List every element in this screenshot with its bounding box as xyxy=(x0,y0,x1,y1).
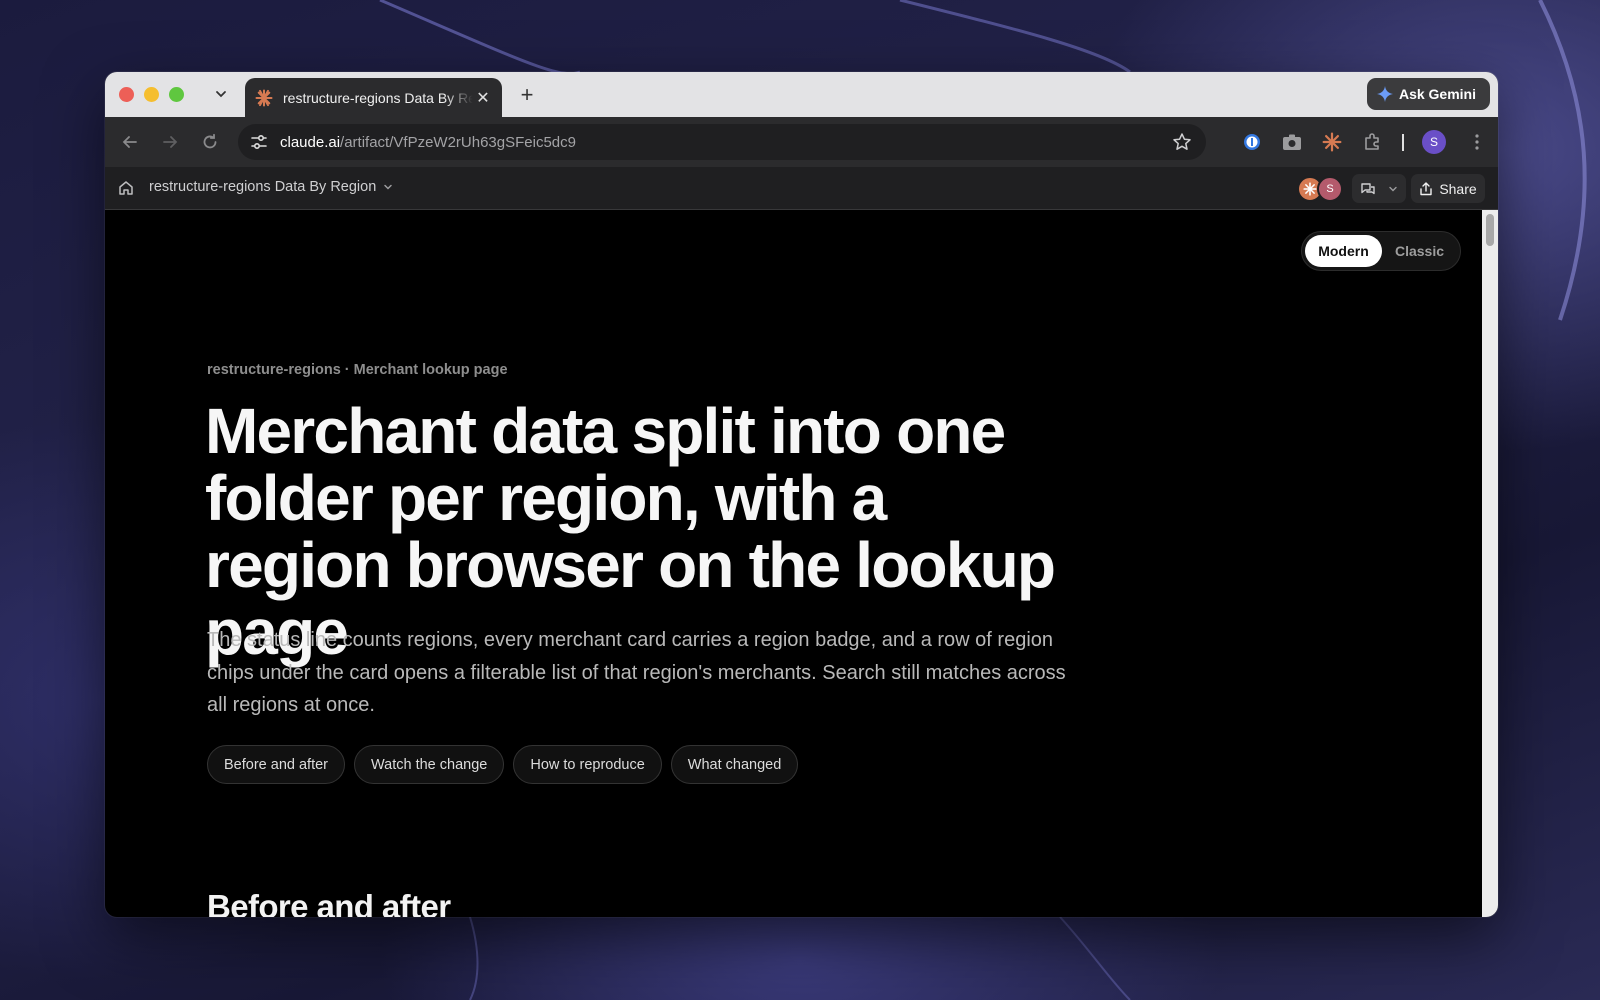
arrow-right-icon xyxy=(163,136,178,148)
minimize-window-button[interactable] xyxy=(144,87,159,102)
pill-what-changed[interactable]: What changed xyxy=(670,745,799,784)
url-path: /artifact/VfPzeW2rUh63gSFeic5dc9 xyxy=(340,133,576,151)
artifact-title-dropdown[interactable]: restructure-regions Data By Region xyxy=(149,179,394,195)
maximize-window-button[interactable] xyxy=(169,87,184,102)
chat-menu-button[interactable] xyxy=(1352,174,1406,203)
ask-gemini-button[interactable]: Ask Gemini xyxy=(1366,78,1490,110)
new-tab-button[interactable]: + xyxy=(513,81,541,109)
mode-modern-button[interactable]: Modern xyxy=(1305,235,1382,267)
user-avatar: S xyxy=(1317,176,1343,202)
close-window-button[interactable] xyxy=(119,87,134,102)
share-label: Share xyxy=(1439,180,1477,197)
extensions-puzzle-icon[interactable] xyxy=(1362,132,1382,152)
artifact-title: restructure-regions Data By Region xyxy=(149,179,377,195)
section-title-before-and-after: Before and after xyxy=(207,888,451,917)
bookmark-star-icon[interactable] xyxy=(1172,132,1192,152)
url-host: claude.ai xyxy=(280,133,341,151)
camera-extension-icon[interactable] xyxy=(1282,132,1302,152)
claude-logo-icon xyxy=(255,89,273,106)
close-tab-icon[interactable]: ✕ xyxy=(474,88,492,108)
mode-toggle: Modern Classic xyxy=(1301,231,1461,271)
chat-bubbles-icon xyxy=(1361,182,1375,194)
chevron-down-icon xyxy=(384,184,393,190)
tab-active[interactable]: restructure-regions Data By Region ✕ xyxy=(245,78,502,117)
browser-toolbar: claude.ai/artifact/VfPzeW2rUh63gSFeic5dc… xyxy=(105,117,1498,167)
scrollbar-thumb[interactable] xyxy=(1486,214,1494,246)
more-menu-icon[interactable] xyxy=(1467,132,1487,152)
page-lede: The status line counts regions, every me… xyxy=(207,629,1066,716)
browser-window: restructure-regions Data By Region ✕ + A… xyxy=(105,72,1498,917)
address-bar[interactable]: claude.ai/artifact/VfPzeW2rUh63gSFeic5dc… xyxy=(238,124,1206,160)
section-nav-pills: Before and after Watch the change How to… xyxy=(207,745,799,784)
pill-before-and-after[interactable]: Before and after xyxy=(207,745,345,784)
eyebrow-text: restructure-regions · Merchant lookup pa… xyxy=(207,362,508,378)
reload-icon xyxy=(203,133,217,149)
pill-watch-the-change[interactable]: Watch the change xyxy=(354,745,505,784)
mode-classic-button[interactable]: Classic xyxy=(1382,235,1457,267)
site-settings-icon[interactable] xyxy=(250,132,270,152)
password-manager-extension-icon[interactable] xyxy=(1242,132,1262,152)
chevron-down-icon xyxy=(1389,186,1397,191)
home-icon[interactable] xyxy=(117,179,135,197)
arrow-left-icon xyxy=(122,136,137,148)
page-scrollbar[interactable] xyxy=(1482,210,1498,917)
artifact-header: restructure-regions Data By Region S Sha… xyxy=(105,167,1498,210)
share-icon xyxy=(1420,181,1433,195)
forward-button[interactable] xyxy=(158,130,182,154)
back-button[interactable] xyxy=(118,130,142,154)
ask-gemini-label: Ask Gemini xyxy=(1398,86,1476,102)
tab-search-button[interactable] xyxy=(209,82,233,106)
collaborator-avatars[interactable]: S xyxy=(1297,176,1345,202)
share-button[interactable]: Share xyxy=(1411,174,1485,203)
gemini-sparkle-icon xyxy=(1376,86,1393,102)
tab-strip: restructure-regions Data By Region ✕ + A… xyxy=(105,72,1498,117)
toolbar-divider xyxy=(1402,134,1404,151)
chevron-down-icon xyxy=(216,91,226,98)
artifact-content: Modern Classic restructure-regions · Mer… xyxy=(105,210,1482,917)
url-text: claude.ai/artifact/VfPzeW2rUh63gSFeic5dc… xyxy=(280,134,576,151)
profile-avatar[interactable]: S xyxy=(1422,130,1446,154)
reload-button[interactable] xyxy=(198,130,222,154)
pill-how-to-reproduce[interactable]: How to reproduce xyxy=(513,745,662,784)
claude-extension-icon[interactable] xyxy=(1322,132,1342,152)
tab-title: restructure-regions Data By Region xyxy=(283,89,473,106)
